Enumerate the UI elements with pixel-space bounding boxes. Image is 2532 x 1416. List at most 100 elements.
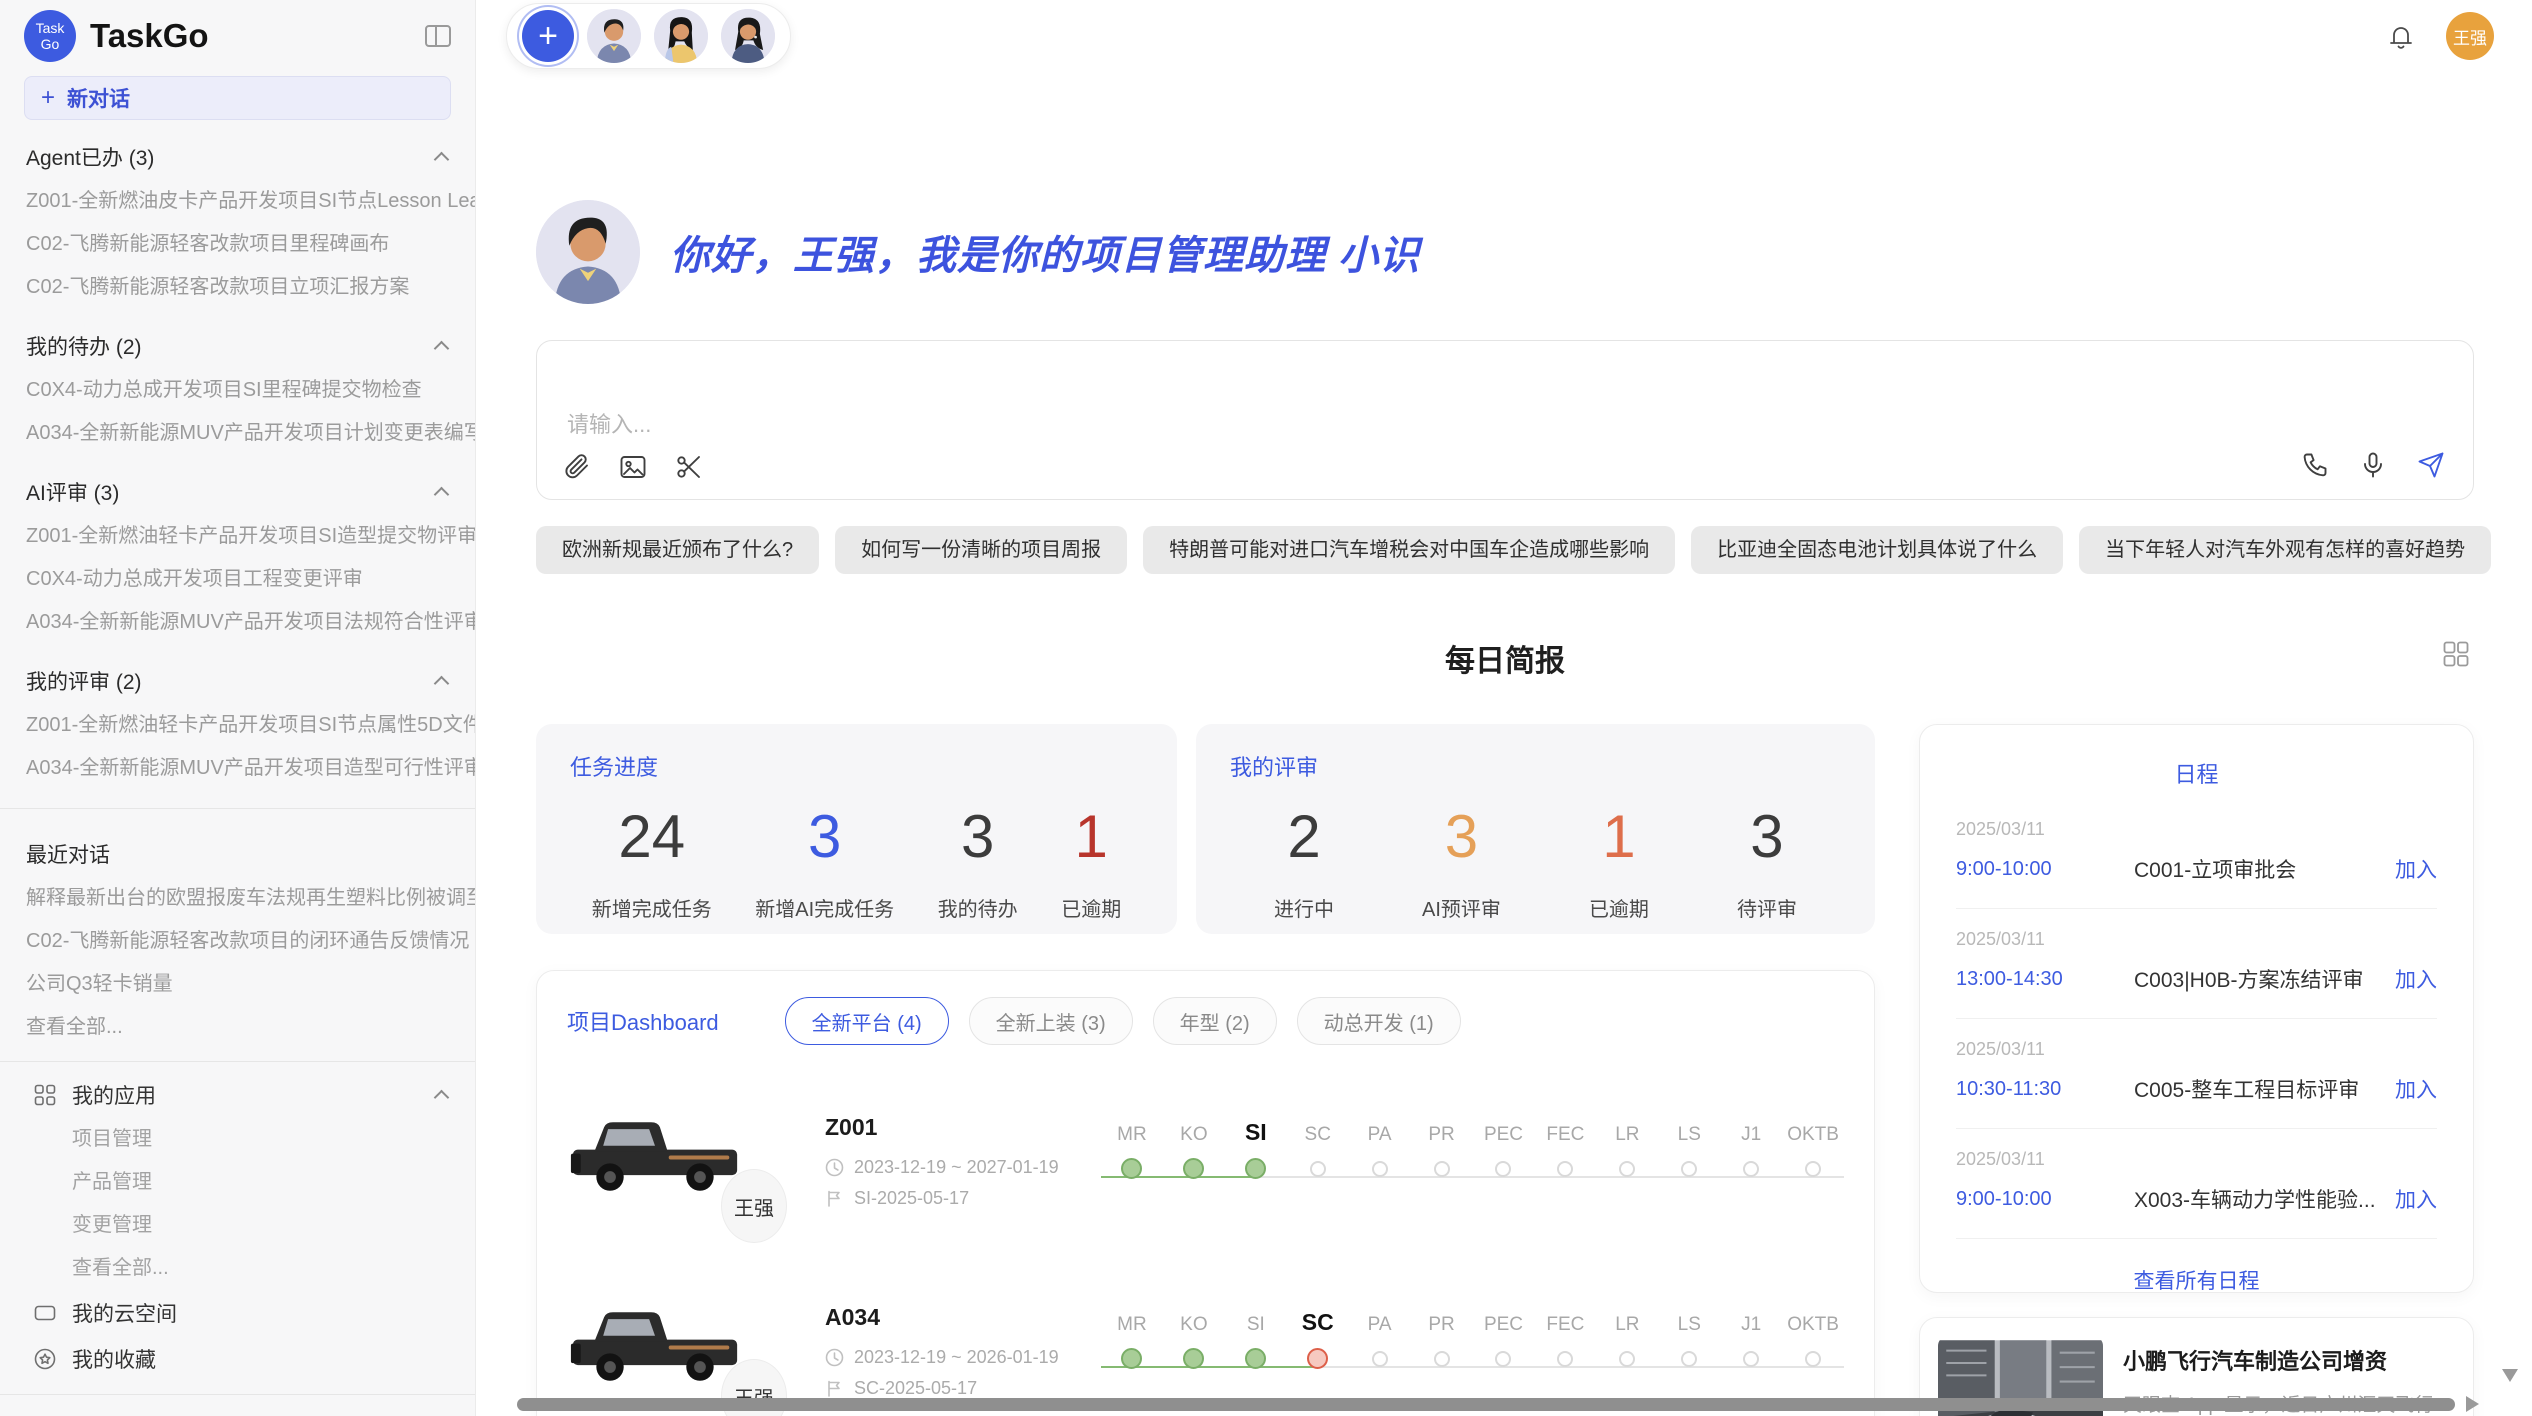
chat-input[interactable]: 请输入...	[536, 340, 2474, 500]
milestone-label: PEC	[1484, 1296, 1523, 1336]
sidebar-app-item[interactable]: 变更管理	[0, 1204, 475, 1247]
sidebar-app-item[interactable]: 项目管理	[0, 1118, 475, 1161]
avatar-agent-1[interactable]	[587, 9, 641, 63]
plus-icon: +	[41, 84, 55, 112]
sidebar-section: 我的待办 (2) C0X4-动力总成开发项目SI里程碑提交物检查 A034-全新…	[0, 323, 475, 455]
project-row[interactable]: 王强 A034 2023-12-19 ~ 2026-01-19 SC-2025-…	[567, 1277, 1844, 1416]
milestone-dot	[1434, 1161, 1450, 1177]
stat-value: 3	[938, 802, 1018, 871]
insert-image-icon[interactable]	[619, 453, 647, 481]
sidebar-item[interactable]: C02-飞腾新能源轻客改款项目立项汇报方案	[0, 266, 475, 309]
milestone-dot	[1310, 1161, 1326, 1177]
sidebar-item[interactable]: A034-全新新能源MUV产品开发项目计划变更表编写	[0, 412, 475, 455]
layout-grid-icon[interactable]	[2442, 640, 2470, 668]
task-progress-card: 任务进度 24 新增完成任务 3 新增AI完成任务 3 我的待办 1 已逾期	[536, 724, 1177, 934]
milestone-dot	[1121, 1348, 1142, 1369]
input-placeholder: 请输入...	[567, 407, 651, 439]
new-chat-button[interactable]: + 新对话	[24, 76, 451, 120]
stat-label: 待评审	[1737, 893, 1797, 922]
sidebar-section-header[interactable]: AI评审 (3)	[0, 469, 475, 515]
dashboard-tab[interactable]: 全新上装 (3)	[969, 997, 1133, 1045]
sidebar-item[interactable]: Z001-全新燃油轻卡产品开发项目SI节点属性5D文件评审	[0, 704, 475, 747]
milestone: PA	[1349, 1296, 1411, 1406]
suggestion-chip[interactable]: 欧洲新规最近颁布了什么?	[536, 526, 819, 574]
dashboard-tab[interactable]: 年型 (2)	[1153, 997, 1277, 1045]
sidebar-item-ai-super-staff[interactable]: AI超级员工	[0, 1407, 475, 1416]
chevron-up-icon[interactable]	[435, 339, 449, 353]
scissors-icon[interactable]	[675, 453, 703, 481]
recent-view-all[interactable]: 查看全部...	[0, 1006, 475, 1049]
suggestion-chip[interactable]: 如何写一份清晰的项目周报	[835, 526, 1127, 574]
milestone-label: SI	[1247, 1296, 1265, 1336]
sidebar-item[interactable]: C02-飞腾新能源轻客改款项目里程碑画布	[0, 223, 475, 266]
microphone-icon[interactable]	[2359, 451, 2387, 479]
sidebar-item[interactable]: A034-全新新能源MUV产品开发项目法规符合性评审	[0, 601, 475, 644]
milestone-dot	[1495, 1161, 1511, 1177]
avatar-agent-3[interactable]	[721, 9, 775, 63]
schedule-event: 2025/03/11 10:30-11:30 C005-整车工程目标评审 加入	[1956, 1019, 2437, 1129]
chevron-up-icon[interactable]	[435, 485, 449, 499]
sidebar-item[interactable]: C02-飞腾新能源轻客改款项目的闭环通告反馈情况	[0, 920, 475, 963]
event-join-link[interactable]: 加入	[2395, 1074, 2437, 1104]
voice-call-icon[interactable]	[2301, 451, 2329, 479]
milestone-label: PEC	[1484, 1106, 1523, 1146]
milestone: SC	[1287, 1296, 1349, 1406]
section-label: Agent已办 (3)	[26, 142, 154, 172]
suggestion-chip[interactable]: 特朗普可能对进口汽车增税会对中国车企造成哪些影响	[1143, 526, 1675, 574]
milestone: SC	[1287, 1106, 1349, 1216]
scroll-down-arrow[interactable]	[2502, 1369, 2518, 1382]
my-apps-label: 我的应用	[72, 1080, 156, 1110]
milestone-dot	[1183, 1158, 1204, 1179]
chevron-up-icon[interactable]	[435, 674, 449, 688]
milestone-dot	[1805, 1351, 1821, 1367]
sidebar-section: 我的评审 (2) Z001-全新燃油轻卡产品开发项目SI节点属性5D文件评审 A…	[0, 658, 475, 790]
attachment-icon[interactable]	[563, 453, 591, 481]
send-icon[interactable]	[2417, 451, 2445, 479]
sidebar-section-header[interactable]: 我的待办 (2)	[0, 323, 475, 369]
sidebar-item-cloud-space[interactable]: 我的云空间	[0, 1290, 475, 1336]
dashboard-tab[interactable]: 全新平台 (4)	[785, 997, 949, 1045]
event-time: 10:30-11:30	[1956, 1078, 2134, 1101]
milestone-dot	[1495, 1351, 1511, 1367]
suggestion-chip[interactable]: 比亚迪全固态电池计划具体说了什么	[1691, 526, 2063, 574]
event-join-link[interactable]: 加入	[2395, 854, 2437, 884]
event-join-link[interactable]: 加入	[2395, 964, 2437, 994]
user-avatar[interactable]: 王强	[2446, 12, 2494, 60]
sidebar-item[interactable]: A034-全新新能源MUV产品开发项目造型可行性评审	[0, 747, 475, 790]
sidebar-item-favorites[interactable]: 我的收藏	[0, 1336, 475, 1382]
stat-item: 2 进行中	[1274, 802, 1334, 922]
suggestion-chip[interactable]: 当下年轻人对汽车外观有怎样的喜好趋势	[2079, 526, 2491, 574]
sidebar-app-item[interactable]: 产品管理	[0, 1161, 475, 1204]
milestone-dot	[1245, 1158, 1266, 1179]
milestone-dot	[1557, 1351, 1573, 1367]
milestone: J1	[1720, 1106, 1782, 1216]
project-vehicle-image: 王强	[567, 1091, 743, 1231]
milestone: PR	[1411, 1106, 1473, 1216]
sidebar-section-header[interactable]: Agent已办 (3)	[0, 134, 475, 180]
notification-bell-icon[interactable]	[2386, 21, 2416, 51]
sidebar-item[interactable]: Z001-全新燃油皮卡产品开发项目SI节点Lesson Learn报告	[0, 180, 475, 223]
sidebar-item[interactable]: C0X4-动力总成开发项目工程变更评审	[0, 558, 475, 601]
flag-icon	[825, 1379, 844, 1398]
dashboard-tab[interactable]: 动总开发 (1)	[1297, 997, 1461, 1045]
sidebar-item[interactable]: Z001-全新燃油轻卡产品开发项目SI造型提交物评审	[0, 515, 475, 558]
project-row[interactable]: 王强 Z001 2023-12-19 ~ 2027-01-19 SI-2025-…	[567, 1087, 1844, 1235]
event-title: C003|H0B-方案冻结评审	[2134, 964, 2395, 994]
chevron-up-icon[interactable]	[435, 150, 449, 164]
add-conversation-button[interactable]: +	[522, 10, 574, 62]
sidebar-item[interactable]: C0X4-动力总成开发项目SI里程碑提交物检查	[0, 369, 475, 412]
collapse-sidebar-icon[interactable]	[425, 25, 451, 47]
avatar-agent-2[interactable]	[654, 9, 708, 63]
sidebar-item[interactable]: 解释最新出台的欧盟报废车法规再生塑料比例被调至15%...	[0, 877, 475, 920]
sidebar-item[interactable]: 公司Q3轻卡销量	[0, 963, 475, 1006]
schedule-title: 日程	[1956, 757, 2437, 789]
apps-view-all[interactable]: 查看全部...	[0, 1247, 475, 1290]
sidebar-section-header[interactable]: 我的评审 (2)	[0, 658, 475, 704]
horizontal-scrollbar[interactable]	[517, 1398, 2455, 1411]
scroll-right-arrow[interactable]	[2466, 1396, 2479, 1412]
milestone-label: SI	[1245, 1106, 1267, 1146]
event-join-link[interactable]: 加入	[2395, 1184, 2437, 1214]
my-apps-header[interactable]: 我的应用	[0, 1072, 475, 1118]
chevron-up-icon[interactable]	[435, 1088, 449, 1102]
view-all-schedule-link[interactable]: 查看所有日程	[1956, 1239, 2437, 1295]
